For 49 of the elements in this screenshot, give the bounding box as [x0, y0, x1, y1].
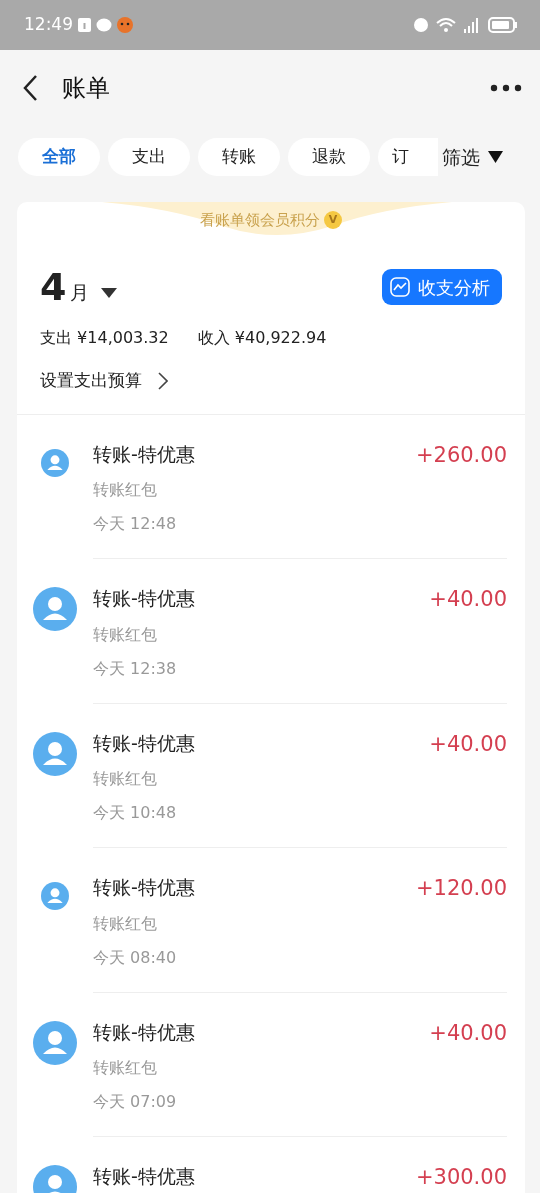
back-icon[interactable] [22, 73, 38, 102]
avatar-icon [41, 882, 69, 910]
status-time: 12:49 [24, 13, 73, 37]
filter-tab[interactable]: 退款 [288, 138, 370, 176]
transaction-type: 转账红包 [93, 1057, 158, 1079]
transaction-time: 今天 12:48 [93, 513, 178, 535]
transaction-time: 今天 07:09 [93, 1091, 178, 1113]
transaction-amount: +40.00 [429, 1019, 507, 1047]
transaction-title: 转账-特优惠 [93, 875, 195, 900]
filter-tab[interactable]: 转账 [198, 138, 280, 176]
dropdown-icon[interactable] [101, 288, 118, 298]
filter-tab[interactable]: 订 [378, 138, 438, 176]
month-unit[interactable]: 月 [70, 277, 90, 306]
month-number[interactable]: 4 [40, 268, 67, 306]
budget-link[interactable]: 设置支出预算 [40, 368, 142, 394]
transaction-time: 今天 10:48 [93, 802, 178, 824]
income-total: 收入 ¥40,922.94 [197, 327, 327, 349]
transaction-amount: +300.00 [415, 1164, 507, 1191]
avatar-icon [33, 587, 77, 631]
filter-tab[interactable]: 全部 [18, 138, 100, 176]
transaction-type: 转账红包 [93, 479, 158, 501]
analysis-button[interactable]: 收支分析 [382, 269, 502, 305]
transaction-time: 今天 12:38 [93, 657, 178, 680]
transaction-type: 转账红包 [93, 912, 158, 935]
avatar-icon [33, 731, 77, 776]
transaction-title: 转账-特优惠 [93, 1164, 195, 1189]
avatar-icon [33, 1020, 77, 1065]
transaction-amount: +120.00 [415, 875, 507, 902]
page-title: 账单 [62, 72, 110, 104]
expense-total: 支出 ¥14,003.32 [40, 327, 169, 349]
battery-icon [488, 17, 518, 33]
transaction-type: 转账红包 [93, 623, 158, 646]
avatar-icon [41, 448, 69, 477]
transaction-amount: +40.00 [429, 730, 507, 758]
transaction-type: 转账红包 [93, 768, 158, 790]
more-icon[interactable] [490, 83, 522, 92]
dropdown-icon [488, 151, 503, 163]
chevron-right-icon[interactable] [158, 371, 168, 390]
chart-icon [390, 277, 410, 297]
transaction-amount: +40.00 [429, 586, 507, 613]
transaction-title: 转账-特优惠 [93, 730, 195, 756]
transaction-title: 转账-特优惠 [93, 441, 195, 467]
wifi-icon [436, 17, 456, 33]
signal-icon [464, 17, 480, 33]
transaction-time: 今天 08:40 [93, 946, 178, 969]
filter-tab[interactable]: 支出 [108, 138, 190, 176]
transaction-title: 转账-特优惠 [93, 586, 195, 611]
transaction-amount: +260.00 [415, 441, 507, 469]
transaction-title: 转账-特优惠 [93, 1019, 195, 1045]
